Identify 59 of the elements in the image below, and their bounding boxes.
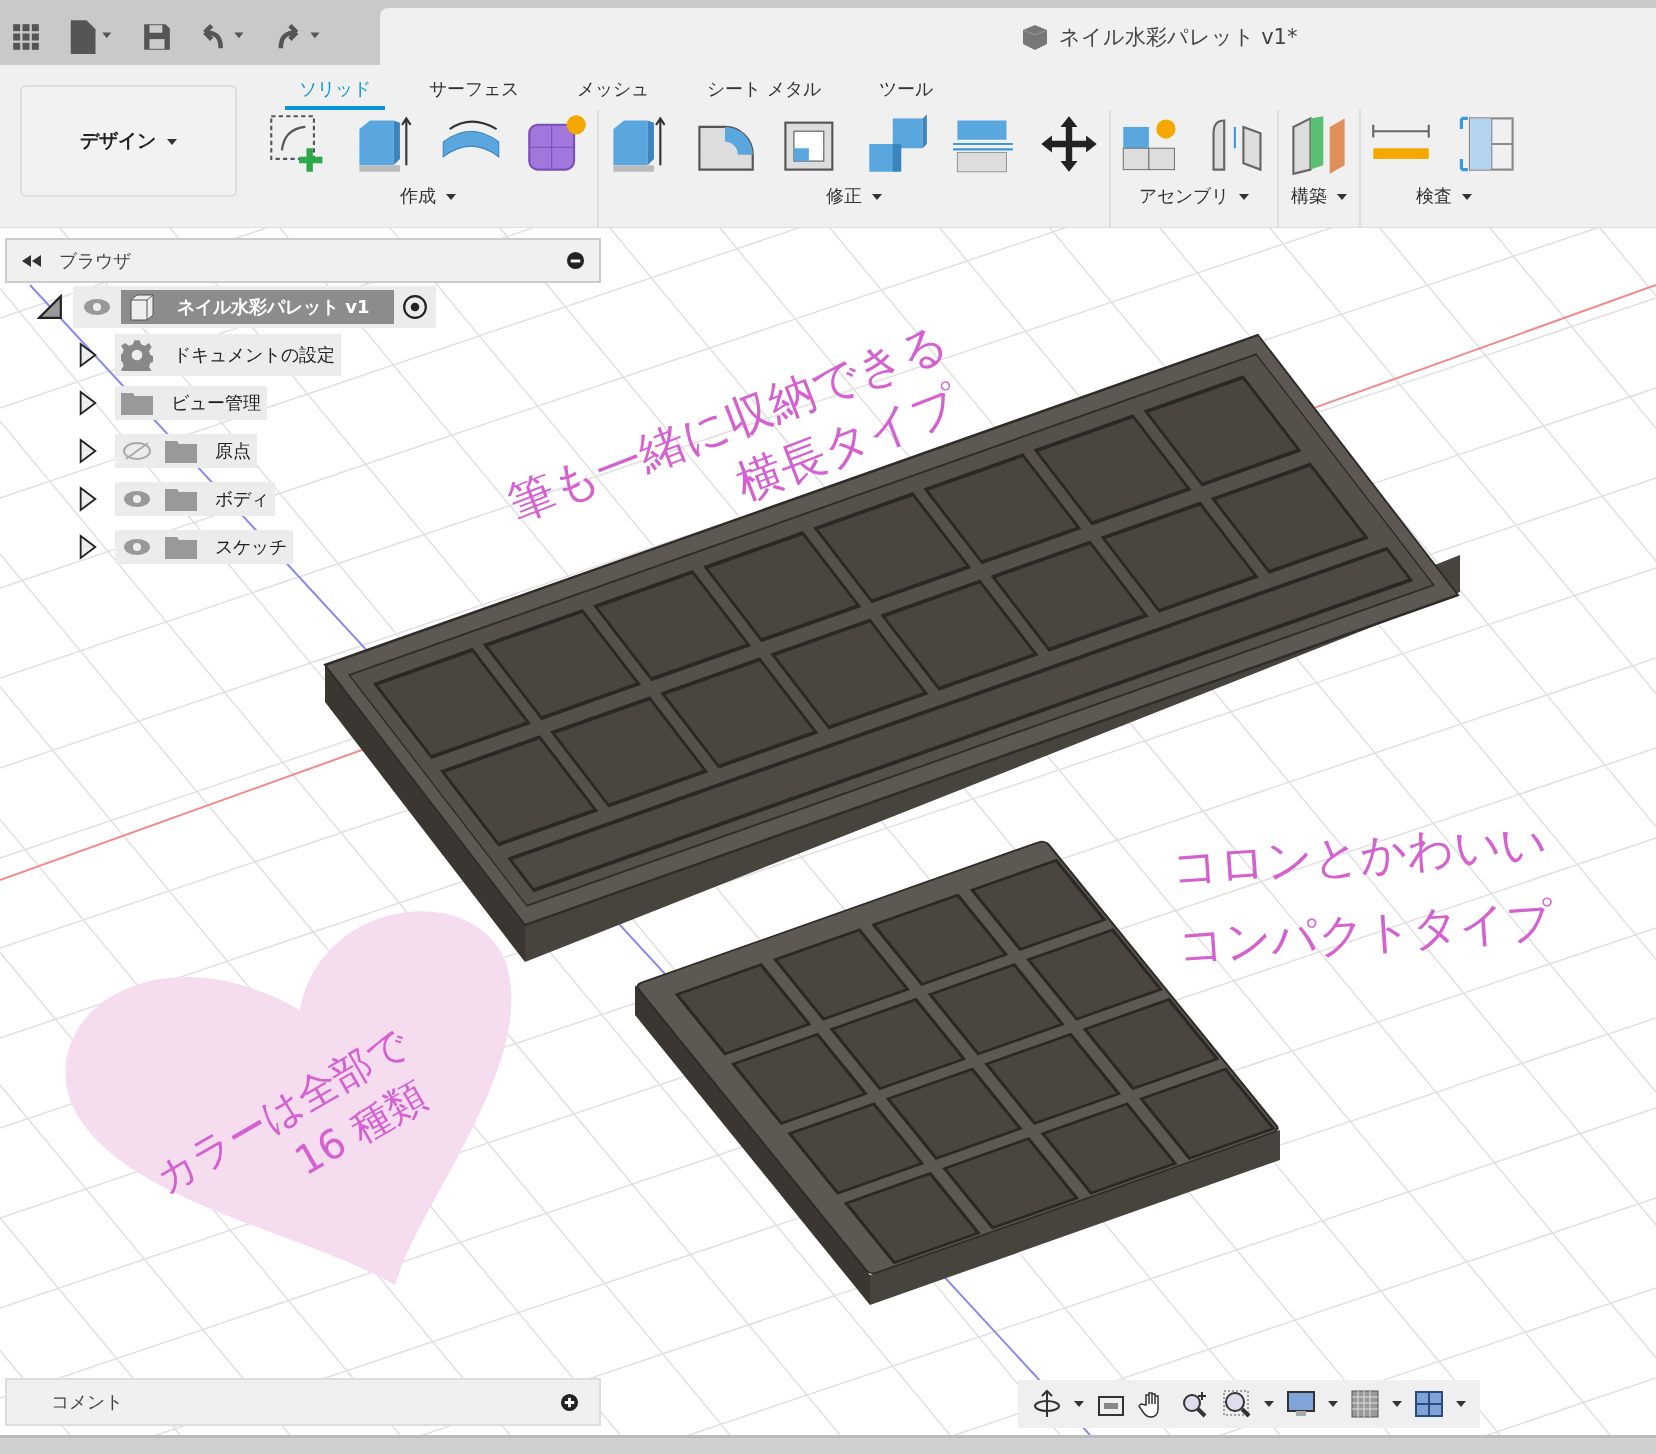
browser-item[interactable]: ドキュメントの設定 [115,334,341,376]
save-icon[interactable] [142,21,172,52]
collapsed-triangle-icon[interactable] [77,438,99,464]
box-icon [127,292,157,322]
caret-icon [1461,194,1472,200]
monitor-icon[interactable] [1286,1389,1316,1419]
browser-item[interactable]: ビュー管理 [115,386,267,420]
folder-icon [165,535,197,559]
collapse-icon[interactable] [21,254,43,267]
panel-title: コメント [51,1390,124,1414]
caret-icon[interactable] [1264,1401,1274,1407]
grid-icon[interactable] [1350,1389,1380,1419]
panel-title: ブラウザ [59,248,132,273]
tool-group-dropdown[interactable]: 修正 [826,176,882,208]
folder-icon [165,487,197,511]
app-grid-icon[interactable] [12,22,40,51]
caret-icon [166,138,177,145]
tool-group-dropdown[interactable]: アセンブリ [1139,176,1249,208]
ribbon-tab[interactable]: シート メタル [693,65,835,110]
caret-icon [1238,194,1249,200]
expanded-triangle-icon[interactable] [37,294,63,320]
document-tab[interactable]: ネイル水彩パレット v1* [380,8,1656,65]
radio-target-icon[interactable] [401,294,428,320]
workspace-dropdown[interactable]: デザイン [20,85,237,197]
viewports-icon[interactable] [1414,1389,1444,1419]
browser-item[interactable]: ボディ [115,482,275,516]
ribbon-tab[interactable]: メッシュ [563,65,663,110]
item-label: 原点 [214,439,251,463]
caret-icon [871,194,882,200]
caret-icon [445,194,456,200]
folder-icon [121,391,153,415]
ribbon-tab[interactable]: ツール [864,65,947,110]
ribbon-tab[interactable]: サーフェス [415,65,533,110]
collapsed-triangle-icon[interactable] [77,534,99,560]
caret-icon[interactable] [1456,1401,1466,1407]
caret-icon [1336,194,1347,200]
collapsed-triangle-icon[interactable] [77,486,99,512]
item-label: スケッチ [214,535,287,559]
caret-icon[interactable] [1392,1401,1402,1407]
minimize-icon[interactable] [566,251,585,270]
tool-group-dropdown[interactable]: 検査 [1416,176,1472,208]
browser-item[interactable]: スケッチ [115,530,293,564]
component-name: ネイル水彩パレット v1 [177,295,370,319]
document-title: ネイル水彩パレット v1* [1058,23,1298,51]
item-label: ボディ [214,487,269,511]
tool-group-dropdown[interactable]: 作成 [400,176,456,208]
collapsed-triangle-icon[interactable] [77,390,99,416]
browser-item[interactable]: 原点 [115,434,257,468]
zoom-window-icon[interactable] [1222,1389,1252,1419]
gear-icon [121,339,153,371]
tool-group-dropdown[interactable]: 構築 [1291,176,1347,208]
folder-icon [165,439,197,463]
item-label: ドキュメントの設定 [172,343,335,367]
collapsed-triangle-icon[interactable] [77,342,99,368]
orbit-icon[interactable] [1032,1389,1062,1419]
caret-icon[interactable] [1074,1401,1084,1407]
caret-icon[interactable] [1328,1401,1338,1407]
add-icon[interactable] [560,1392,579,1412]
item-label: ビュー管理 [170,391,261,415]
